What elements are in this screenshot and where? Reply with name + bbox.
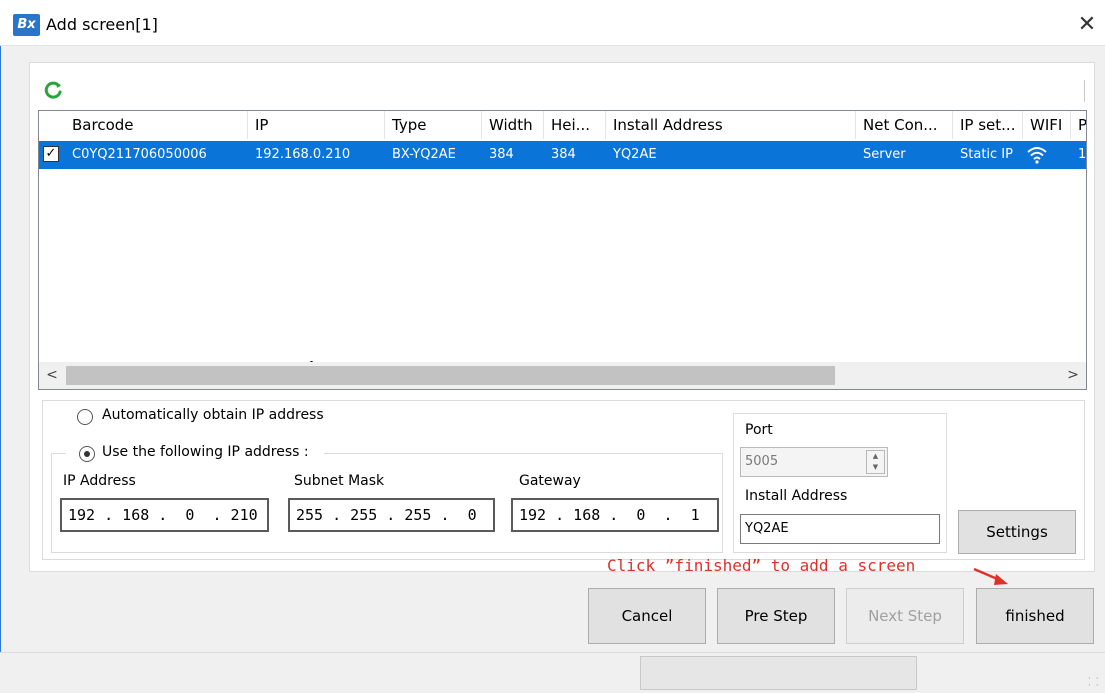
ip-address-input[interactable]: 192 . 168 . 0 . 210 bbox=[60, 498, 269, 532]
column-header-net-connection[interactable]: Net Con... bbox=[856, 111, 953, 139]
cell-type: BX-YQ2AE bbox=[392, 147, 456, 162]
column-header-install-address[interactable]: Install Address bbox=[606, 111, 856, 139]
cell-width: 384 bbox=[489, 147, 514, 162]
pre-step-button[interactable]: Pre Step bbox=[717, 588, 835, 644]
cell-p: 1! bbox=[1078, 147, 1086, 162]
status-bar bbox=[0, 652, 1105, 693]
manual-ip-label[interactable]: Use the following IP address : bbox=[102, 444, 309, 460]
refresh-icon[interactable] bbox=[42, 79, 64, 101]
cell-height: 384 bbox=[551, 147, 576, 162]
row-checkbox[interactable]: ✓ bbox=[43, 146, 59, 162]
column-header-ip[interactable]: IP bbox=[248, 111, 385, 139]
gateway-input[interactable]: 192 . 168 . 0 . 1 bbox=[511, 498, 719, 532]
ip-address-label: IP Address bbox=[63, 473, 136, 489]
column-header-ip-setting[interactable]: IP set... bbox=[953, 111, 1023, 139]
resize-grip-icon[interactable]: · · · · bbox=[1088, 675, 1102, 691]
app-logo-icon: Bx bbox=[13, 14, 40, 36]
column-header-p[interactable]: P bbox=[1071, 111, 1086, 139]
scrollbar-thumb[interactable] bbox=[66, 366, 835, 385]
scroll-right-button[interactable]: > bbox=[1062, 362, 1084, 389]
cancel-button[interactable]: Cancel bbox=[588, 588, 706, 644]
close-button[interactable]: ✕ bbox=[1072, 10, 1102, 40]
auto-ip-radio[interactable] bbox=[77, 409, 93, 425]
column-header-barcode[interactable]: Barcode bbox=[65, 111, 248, 139]
finished-button[interactable]: finished bbox=[976, 588, 1094, 644]
cell-net-connection: Server bbox=[863, 147, 906, 162]
install-address-label: Install Address bbox=[745, 488, 848, 504]
column-header-height[interactable]: Hei... bbox=[544, 111, 606, 139]
auto-ip-label[interactable]: Automatically obtain IP address bbox=[102, 407, 324, 423]
subnet-mask-input[interactable]: 255 . 255 . 255 . 0 bbox=[288, 498, 495, 532]
cell-barcode: C0YQ211706050006 bbox=[72, 147, 207, 162]
port-label: Port bbox=[745, 422, 773, 438]
column-header-width[interactable]: Width bbox=[482, 111, 544, 139]
subnet-mask-label: Subnet Mask bbox=[294, 473, 385, 489]
toolbar-divider bbox=[1084, 80, 1085, 102]
port-spinner[interactable]: ▲ ▼ bbox=[866, 450, 885, 474]
cell-install-address: YQ2AE bbox=[613, 147, 657, 162]
gateway-label: Gateway bbox=[519, 473, 581, 489]
hint-annotation: Click ”finished” to add a screen bbox=[607, 556, 916, 575]
settings-button[interactable]: Settings bbox=[958, 510, 1076, 554]
install-address-input[interactable]: YQ2AE bbox=[740, 514, 940, 544]
title-bar[interactable] bbox=[0, 0, 1105, 46]
cell-ip: 192.168.0.210 bbox=[255, 147, 351, 162]
wifi-icon bbox=[1026, 145, 1048, 165]
arrow-icon bbox=[972, 566, 1012, 588]
scroll-left-button[interactable]: < bbox=[41, 362, 63, 389]
window-title: Add screen[1] bbox=[46, 15, 158, 34]
column-header-wifi[interactable]: WIFI bbox=[1023, 111, 1071, 139]
manual-ip-radio[interactable] bbox=[79, 446, 95, 462]
column-header-type[interactable]: Type bbox=[385, 111, 482, 139]
status-box bbox=[640, 656, 917, 690]
cell-ip-setting: Static IP bbox=[960, 147, 1013, 162]
next-step-button[interactable]: Next Step bbox=[846, 588, 964, 644]
